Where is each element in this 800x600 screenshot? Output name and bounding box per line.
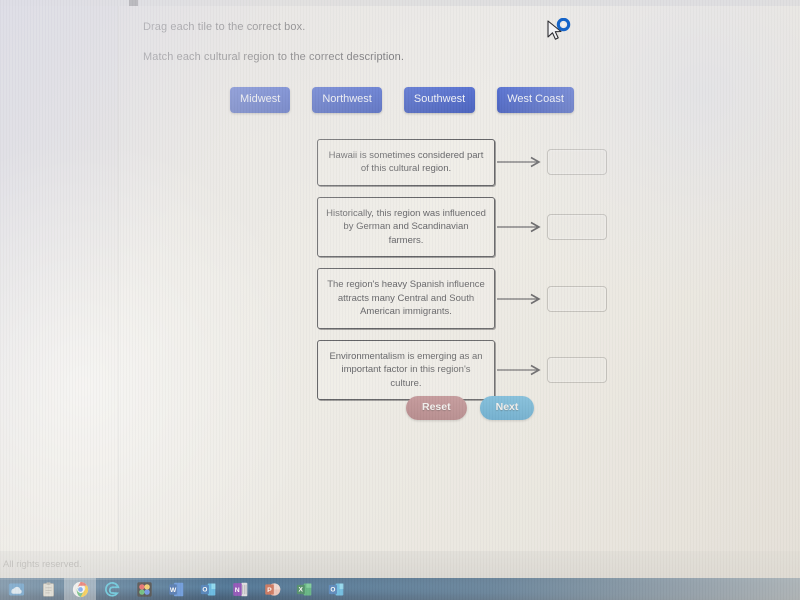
chrome-icon: [72, 581, 88, 597]
match-row: Environmentalism is emerging as an impor…: [317, 339, 607, 401]
mouse-cursor: [543, 17, 573, 49]
screen-photo: Drag each tile to the correct box. Match…: [0, 0, 800, 600]
page-footer: [0, 551, 800, 578]
svg-text:O: O: [330, 586, 335, 593]
svg-text:X: X: [298, 586, 303, 593]
tile-midwest[interactable]: Midwest: [230, 87, 291, 113]
window-top-marker: [129, 0, 138, 6]
svg-text:O: O: [202, 586, 207, 593]
match-row: The region's heavy Spanish influence att…: [317, 268, 607, 329]
taskbar-item-excel[interactable]: X: [288, 578, 320, 600]
instruction-match: Match each cultural region to the correc…: [143, 51, 404, 63]
description-box-4: Environmentalism is emerging as an impor…: [317, 339, 495, 401]
taskbar-item-powerpoint[interactable]: P: [256, 578, 288, 600]
match-row: Hawaii is sometimes considered part of t…: [317, 139, 607, 186]
svg-text:P: P: [267, 587, 272, 594]
drop-box-2[interactable]: [547, 214, 607, 241]
svg-text:N: N: [234, 587, 239, 594]
taskbar-item-clipboard[interactable]: [32, 578, 64, 600]
right-arrow-icon: [495, 221, 547, 233]
svg-text:W: W: [169, 587, 176, 594]
word-icon: W: [168, 582, 183, 596]
left-rail: [0, 6, 118, 551]
description-box-3: The region's heavy Spanish influence att…: [317, 268, 495, 329]
taskbar-item-chrome[interactable]: [64, 578, 96, 600]
drop-box-4[interactable]: [547, 357, 607, 384]
excel-icon: X: [296, 583, 311, 595]
description-box-2: Historically, this region was influenced…: [317, 196, 495, 258]
right-arrow-icon: [495, 156, 547, 168]
taskbar-item-edge[interactable]: [96, 578, 128, 600]
next-button[interactable]: Next: [479, 396, 535, 420]
puzzle-app-icon: [136, 581, 152, 597]
window-top-strip: [0, 0, 800, 6]
right-arrow-icon: [495, 364, 547, 376]
taskbar-item-puzzle-app[interactable]: [128, 578, 160, 600]
tile-west-coast[interactable]: West Coast: [497, 87, 574, 113]
taskbar-item-outlook-secondary[interactable]: O: [320, 578, 352, 600]
outlook-secondary-icon: O: [328, 583, 343, 595]
edge-icon: [104, 581, 120, 597]
windows-taskbar: W O N P X O: [0, 578, 800, 600]
footer-copyright: All rights reserved.: [3, 559, 82, 570]
match-row: Historically, this region was influenced…: [317, 196, 607, 258]
instruction-drag: Drag each tile to the correct box.: [143, 21, 306, 33]
tile-southwest[interactable]: Southwest: [403, 87, 476, 113]
description-box-1: Hawaii is sometimes considered part of t…: [317, 139, 495, 186]
reset-button[interactable]: Reset: [406, 396, 467, 420]
rail-divider: [118, 6, 119, 551]
drop-box-3[interactable]: [547, 285, 607, 312]
taskbar-item-outlook[interactable]: O: [192, 578, 224, 600]
clipboard-icon: [42, 581, 54, 597]
drop-box-1[interactable]: [547, 149, 607, 176]
right-arrow-icon: [495, 293, 547, 305]
powerpoint-icon: P: [264, 582, 280, 596]
match-rows: Hawaii is sometimes considered part of t…: [317, 139, 607, 411]
taskbar-item-onedrive[interactable]: [0, 578, 32, 600]
taskbar-item-word[interactable]: W: [160, 578, 192, 600]
taskbar-item-onenote[interactable]: N: [224, 578, 256, 600]
onedrive-icon: [8, 583, 24, 595]
action-bar: Reset Next: [406, 396, 535, 420]
tile-tray: Midwest Northwest Southwest West Coast: [230, 87, 574, 113]
tile-northwest[interactable]: Northwest: [312, 87, 382, 113]
onenote-icon: N: [232, 582, 247, 596]
outlook-icon: O: [200, 583, 215, 595]
